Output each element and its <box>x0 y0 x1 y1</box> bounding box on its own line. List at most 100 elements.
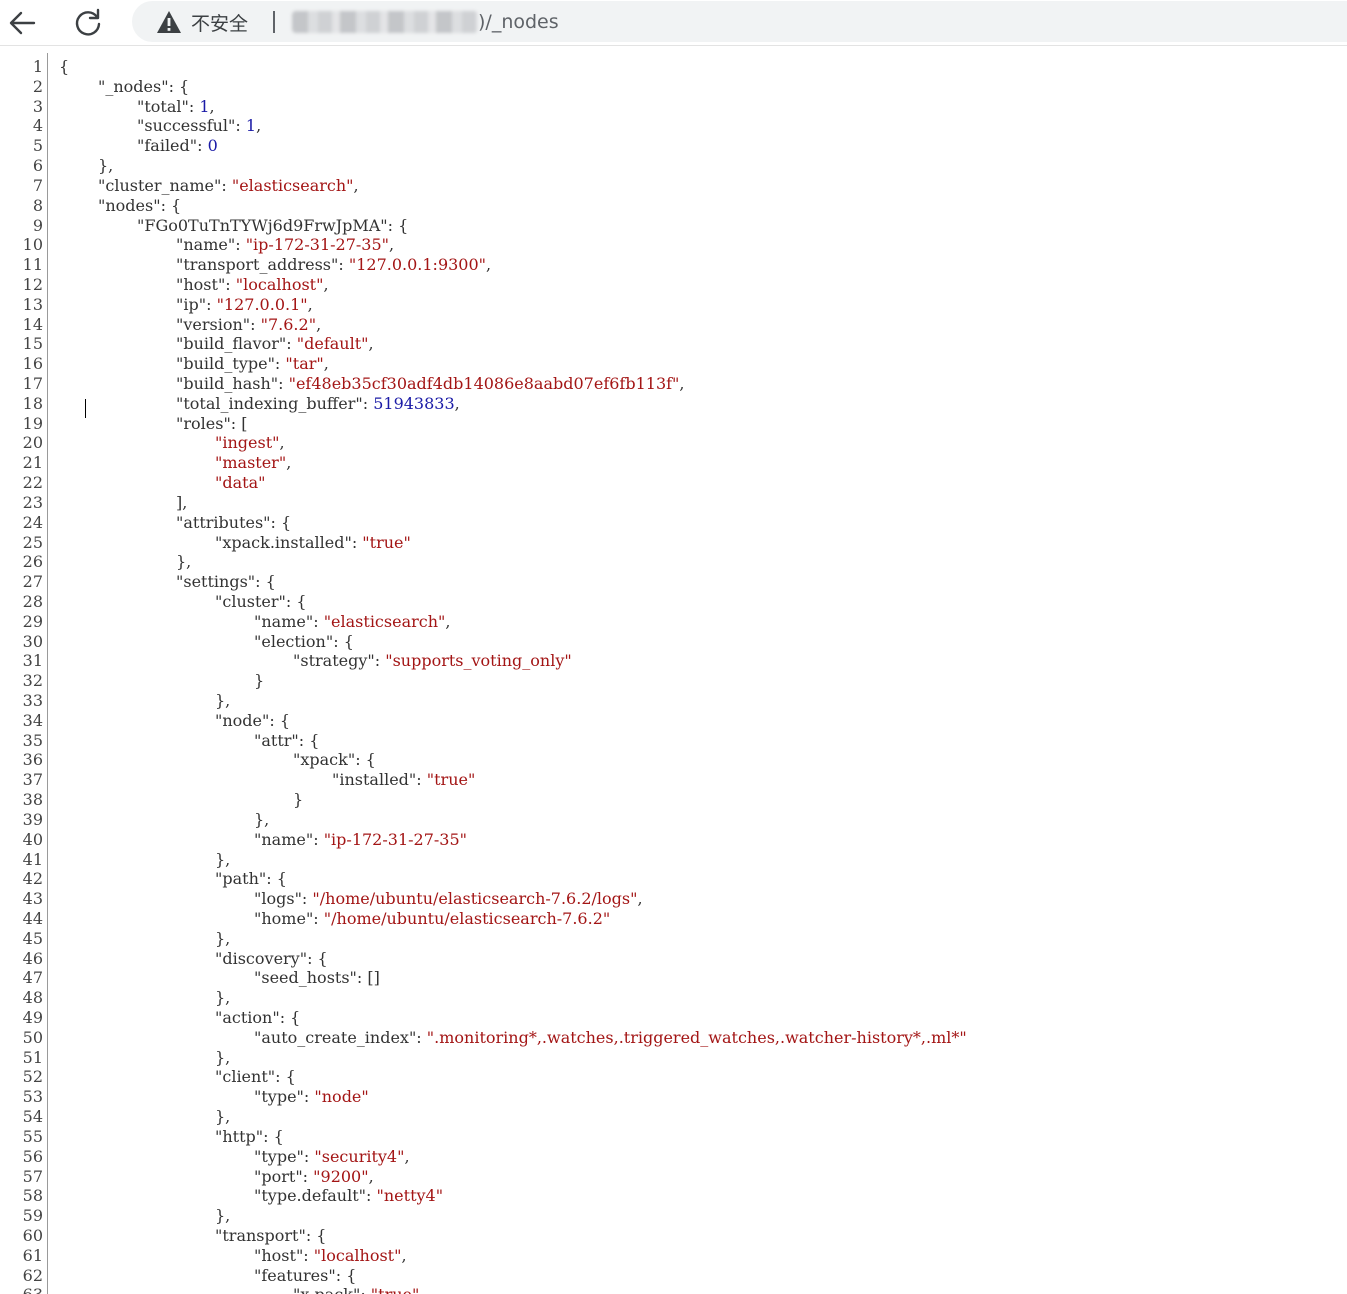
json-string: "netty4" <box>376 1186 444 1206</box>
json-key: "host" <box>254 1245 304 1265</box>
code-line: "type": "node" <box>59 1087 967 1107</box>
json-punctuation: : { <box>270 512 292 532</box>
json-punctuation: } <box>293 790 304 810</box>
line-number: 18 <box>22 393 43 413</box>
code-line: "data" <box>59 473 967 493</box>
line-number: 28 <box>22 591 43 611</box>
code-line: "action": { <box>59 1008 967 1028</box>
json-punctuation: : <box>235 235 246 255</box>
json-punctuation: : <box>313 611 324 631</box>
code-line: } <box>59 671 967 691</box>
json-key: "build_hash" <box>176 374 279 393</box>
code-line: }, <box>59 552 967 572</box>
json-string: "master" <box>215 453 287 473</box>
json-punctuation: : <box>416 1027 427 1047</box>
json-string: "tar" <box>285 354 324 374</box>
json-punctuation: : <box>286 334 297 354</box>
line-number: 23 <box>22 492 43 512</box>
back-button[interactable] <box>4 5 40 41</box>
json-key: "client" <box>215 1067 276 1087</box>
json-key: "total" <box>137 96 189 116</box>
json-punctuation: , <box>637 889 643 909</box>
code-line: "cluster": { <box>59 592 967 612</box>
browser-toolbar: 不安全 )/_nodes <box>0 0 1347 46</box>
json-key: "xpack" <box>293 750 356 770</box>
json-punctuation: }, <box>215 928 231 948</box>
json-punctuation: : { <box>255 572 276 592</box>
line-number: 45 <box>22 928 43 948</box>
line-number: 35 <box>22 730 43 750</box>
json-punctuation: : <box>362 393 374 413</box>
code-line: "seed_hosts": [] <box>59 968 967 988</box>
json-punctuation: : [] <box>356 968 380 988</box>
reload-button[interactable] <box>70 5 106 41</box>
json-code-body[interactable]: {"_nodes": {"total": 1, "successful": 1, "… <box>59 53 967 1294</box>
json-key: "election" <box>254 631 334 651</box>
line-number: 11 <box>22 255 43 275</box>
code-line: "logs": "/home/ubuntu/elasticsearch-7.6.… <box>59 889 967 909</box>
code-line: "attr": { <box>59 731 967 751</box>
json-key: "home" <box>254 908 314 928</box>
code-line: "name": "ip-172-31-27-35", <box>59 235 967 255</box>
json-punctuation: : <box>366 1186 377 1206</box>
line-number: 14 <box>22 314 43 334</box>
json-punctuation: : <box>338 255 349 275</box>
json-punctuation: : <box>221 175 232 195</box>
json-punctuation: : <box>225 274 236 294</box>
json-punctuation: , <box>307 294 313 314</box>
code-line: "host": "localhost", <box>59 275 967 295</box>
json-string: ".monitoring*,.watches,.triggered_watche… <box>426 1027 967 1047</box>
json-punctuation: , <box>286 453 292 473</box>
json-string: "elasticsearch" <box>323 611 446 631</box>
json-key: "version" <box>176 314 251 334</box>
json-punctuation: : <box>303 1146 315 1166</box>
json-punctuation: : { <box>269 710 291 730</box>
json-punctuation: : { <box>285 591 307 611</box>
address-divider <box>273 11 275 33</box>
json-key: "settings" <box>176 572 256 592</box>
line-number: 30 <box>22 631 43 651</box>
json-punctuation: : <box>206 294 217 314</box>
line-number: 56 <box>22 1146 43 1166</box>
json-punctuation: , <box>279 433 285 453</box>
line-number: 19 <box>22 413 43 433</box>
line-number: 12 <box>22 274 43 294</box>
json-punctuation: , <box>353 175 359 195</box>
line-number: 6 <box>32 156 43 176</box>
json-source-viewer[interactable]: 1 2 3 4 5 6 7 8 9 10 11 12 13 14 15 16 17 18 19 20 21 22 23 24 2… <box>0 53 1347 1294</box>
reload-icon <box>75 8 101 36</box>
json-key: "type" <box>254 1146 304 1166</box>
code-line: }, <box>59 1107 967 1127</box>
json-punctuation: }, <box>215 1107 231 1127</box>
json-punctuation: , <box>368 334 374 354</box>
json-punctuation: : <box>278 374 289 393</box>
json-punctuation: { <box>59 57 70 76</box>
line-number: 5 <box>32 136 43 156</box>
code-line: "home": "/home/ubuntu/elasticsearch-7.6.… <box>59 909 967 929</box>
line-number: 43 <box>22 889 43 909</box>
code-line: }, <box>59 810 967 830</box>
text-cursor <box>85 399 86 418</box>
json-punctuation: : { <box>333 631 354 651</box>
line-number: 10 <box>22 235 43 255</box>
code-line: }, <box>59 1206 967 1226</box>
url-text-field[interactable]: )/_nodes <box>292 8 892 36</box>
code-line: "host": "localhost", <box>59 1246 967 1266</box>
json-key: "seed_hosts" <box>254 968 357 988</box>
json-key: "path" <box>215 869 267 889</box>
line-number: 44 <box>22 908 43 928</box>
json-punctuation: }, <box>98 156 114 176</box>
json-key: "cluster_name" <box>98 175 222 195</box>
code-line: "_nodes": { <box>59 77 967 97</box>
json-punctuation: : <box>360 1285 370 1294</box>
code-line: "xpack.installed": "true" <box>59 533 967 553</box>
json-string: "127.0.0.1:9300" <box>348 255 487 275</box>
json-key: "discovery" <box>215 948 308 968</box>
json-key: "successful" <box>137 116 236 136</box>
address-bar[interactable]: 不安全 )/_nodes <box>132 1 1347 42</box>
json-punctuation: : { <box>335 1265 357 1285</box>
json-string: "node" <box>314 1087 369 1107</box>
json-string: "true" <box>362 532 411 552</box>
json-string: "7.6.2" <box>260 314 317 334</box>
security-indicator[interactable]: 不安全 <box>156 9 248 35</box>
